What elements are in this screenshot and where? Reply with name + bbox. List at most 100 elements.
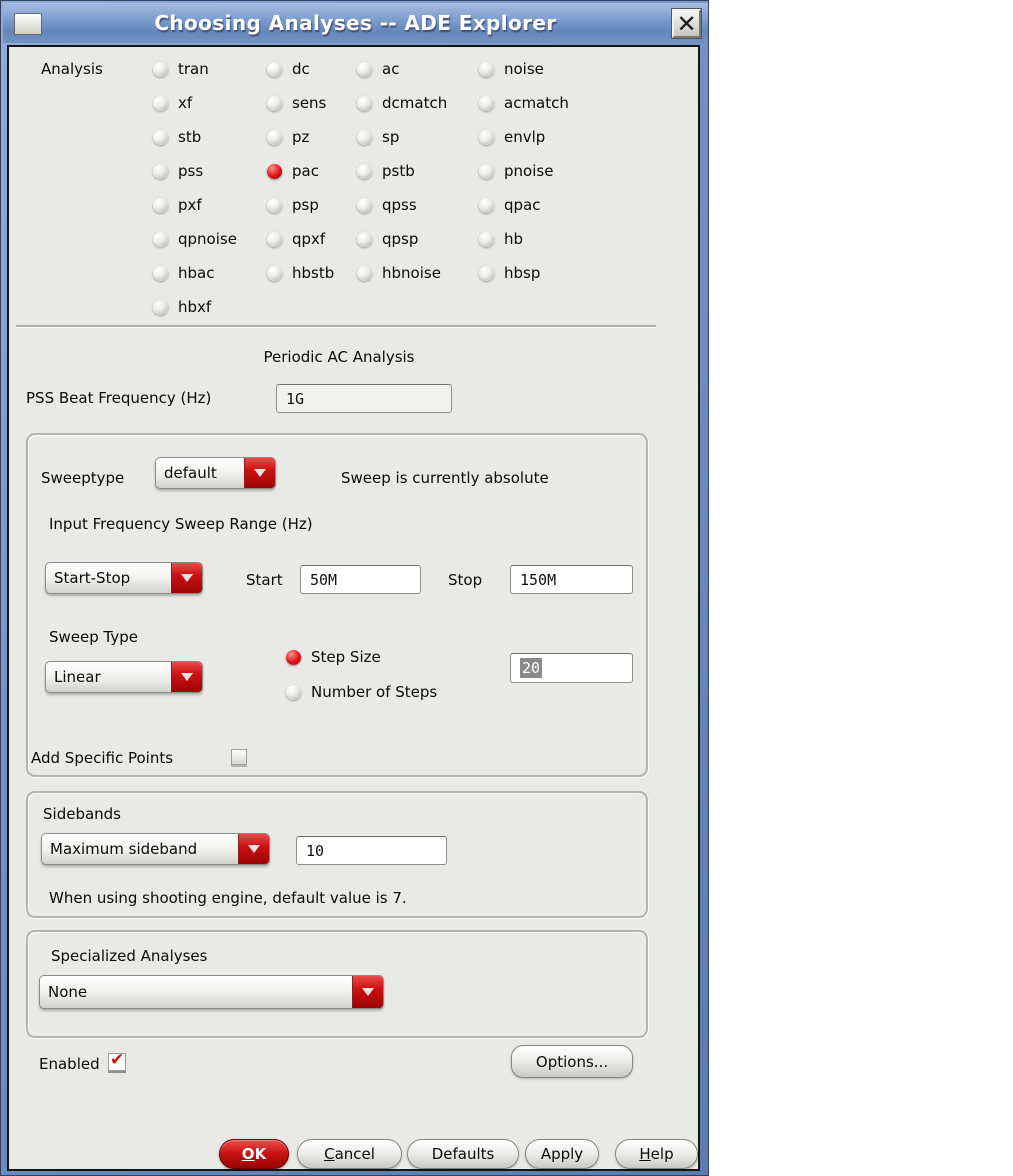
analysis-radio-tran[interactable]: tran (153, 59, 209, 79)
radio-label: qpsp (382, 230, 419, 248)
radio-icon (267, 61, 282, 77)
radio-label: hbstb (292, 264, 335, 282)
dialog-title: Choosing Analyses -- ADE Explorer (154, 11, 557, 35)
enabled-checkbox[interactable] (108, 1050, 126, 1071)
cancel-button[interactable]: Cancel (297, 1139, 402, 1169)
analysis-radio-hbstb[interactable]: hbstb (267, 263, 334, 283)
radio-icon (153, 129, 168, 145)
frequency-range-label: Input Frequency Sweep Range (Hz) (49, 515, 313, 533)
analysis-radio-hb[interactable]: hb (479, 229, 523, 249)
analysis-radio-pstb[interactable]: pstb (357, 161, 415, 181)
apply-button[interactable]: Apply (525, 1139, 599, 1169)
sidebands-mode-dropdown[interactable]: Maximum sideband (41, 833, 270, 865)
sidebands-value: 10 (306, 841, 325, 860)
radio-icon (153, 197, 168, 213)
analysis-radio-envlp[interactable]: envlp (479, 127, 545, 147)
radio-icon (479, 95, 494, 111)
radio-label: sp (382, 128, 400, 146)
start-label: Start (246, 571, 283, 589)
analysis-radio-xf[interactable]: xf (153, 93, 192, 113)
radio-icon (267, 197, 282, 213)
radio-label: pstb (382, 162, 415, 180)
start-input[interactable]: 50M (300, 565, 421, 594)
radio-label: qpnoise (178, 230, 237, 248)
analysis-radio-ac[interactable]: ac (357, 59, 399, 79)
separator-line (16, 325, 656, 327)
sidebands-mode-value: Maximum sideband (50, 840, 198, 858)
analysis-radio-qpnoise[interactable]: qpnoise (153, 229, 237, 249)
radio-icon (286, 649, 301, 665)
radio-label: hbac (178, 264, 215, 282)
analysis-radio-sp[interactable]: sp (357, 127, 399, 147)
stop-input[interactable]: 150M (510, 565, 633, 594)
range-mode-dropdown[interactable]: Start-Stop (45, 562, 203, 594)
sidebands-input[interactable]: 10 (296, 836, 447, 865)
analysis-radio-psp[interactable]: psp (267, 195, 319, 215)
radio-icon (153, 95, 168, 111)
analysis-radio-stb[interactable]: stb (153, 127, 201, 147)
radio-label: xf (178, 94, 193, 112)
number-of-steps-radio[interactable]: Number of Steps (286, 682, 437, 702)
analysis-radio-hbnoise[interactable]: hbnoise (357, 263, 441, 283)
analysis-radio-dcmatch[interactable]: dcmatch (357, 93, 447, 113)
radio-label: dc (292, 60, 310, 78)
analysis-radio-qpac[interactable]: qpac (479, 195, 540, 215)
add-specific-points-checkbox[interactable] (231, 749, 247, 765)
pss-beat-frequency-label: PSS Beat Frequency (Hz) (26, 389, 212, 407)
analysis-radio-qpsp[interactable]: qpsp (357, 229, 418, 249)
step-size-input[interactable]: 20 (510, 653, 633, 683)
analysis-radio-acmatch[interactable]: acmatch (479, 93, 569, 113)
radio-icon (267, 231, 282, 247)
radio-label: acmatch (504, 94, 569, 112)
radio-icon (357, 197, 372, 213)
close-icon[interactable]: ✕ (671, 8, 702, 39)
radio-icon (357, 163, 372, 179)
dialog-window: Choosing Analyses -- ADE Explorer ✕ Anal… (0, 0, 709, 1176)
analysis-radio-pss[interactable]: pss (153, 161, 203, 181)
step-size-radio[interactable]: Step Size (286, 647, 381, 667)
analysis-radio-qpxf[interactable]: qpxf (267, 229, 325, 249)
radio-label: pss (178, 162, 204, 180)
radio-label: pnoise (504, 162, 554, 180)
chevron-down-icon (244, 458, 275, 488)
sweep-status-text: Sweep is currently absolute (341, 469, 549, 487)
ok-button[interactable]: OK (219, 1139, 289, 1169)
radio-label: noise (504, 60, 544, 78)
chevron-down-icon (171, 563, 202, 593)
radio-label: dcmatch (382, 94, 448, 112)
analysis-radio-noise[interactable]: noise (479, 59, 544, 79)
analysis-radio-qpss[interactable]: qpss (357, 195, 417, 215)
analysis-label: Analysis (41, 60, 103, 78)
defaults-button[interactable]: Defaults (407, 1139, 519, 1169)
radio-label: hbxf (178, 298, 212, 316)
radio-label: hbnoise (382, 264, 441, 282)
analysis-radio-pnoise[interactable]: pnoise (479, 161, 553, 181)
titlebar[interactable]: Choosing Analyses -- ADE Explorer ✕ (3, 3, 708, 43)
analysis-radio-hbac[interactable]: hbac (153, 263, 214, 283)
pss-beat-frequency-input[interactable]: 1G (276, 384, 452, 413)
range-mode-value: Start-Stop (54, 569, 131, 587)
help-button[interactable]: Help (615, 1139, 698, 1169)
section-title: Periodic AC Analysis (263, 348, 415, 366)
analysis-radio-sens[interactable]: sens (267, 93, 326, 113)
window-menu-icon[interactable] (14, 13, 42, 35)
analysis-radio-hbxf[interactable]: hbxf (153, 297, 211, 317)
sweeptype-label: Sweeptype (41, 469, 125, 487)
radio-icon (357, 231, 372, 247)
sweep-type-dropdown[interactable]: Linear (45, 661, 203, 693)
radio-label: pz (292, 128, 310, 146)
specialized-analyses-dropdown[interactable]: None (39, 975, 384, 1009)
analysis-radio-hbsp[interactable]: hbsp (479, 263, 540, 283)
analysis-radio-pz[interactable]: pz (267, 127, 309, 147)
radio-icon (479, 129, 494, 145)
analysis-radio-dc[interactable]: dc (267, 59, 310, 79)
radio-icon (153, 231, 168, 247)
analysis-radio-pxf[interactable]: pxf (153, 195, 202, 215)
radio-label: pac (292, 162, 319, 180)
options-button[interactable]: Options... (511, 1045, 633, 1078)
radio-icon (479, 197, 494, 213)
stop-value: 150M (520, 570, 557, 589)
add-specific-points-label: Add Specific Points (31, 749, 174, 767)
sweeptype-dropdown[interactable]: default (155, 457, 276, 489)
analysis-radio-pac[interactable]: pac (267, 161, 319, 181)
